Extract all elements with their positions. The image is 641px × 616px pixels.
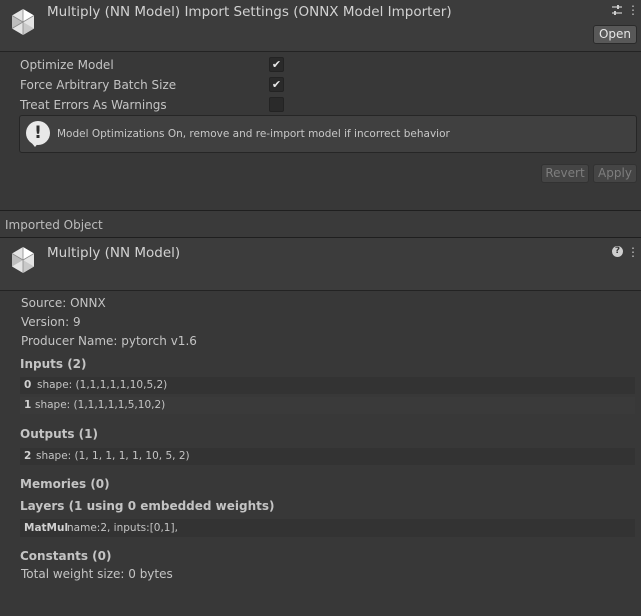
output-row: 2 shape: (1, 1, 1, 1, 1, 10, 5, 2) <box>20 448 635 465</box>
kebab-menu-icon[interactable]: ⋮ <box>627 246 639 258</box>
optimize-model-label: Optimize Model <box>20 58 114 72</box>
input-shape: shape: (1,1,1,1,1,10,5,2) <box>37 379 168 391</box>
version-text: Version: 9 <box>21 315 81 329</box>
help-icon[interactable]: ? <box>612 246 623 257</box>
layer-details: name:2, inputs:[0,1], <box>67 522 178 534</box>
layers-heading: Layers (1 using 0 embedded weights) <box>20 499 275 513</box>
outputs-heading: Outputs (1) <box>20 427 98 441</box>
nn-model-logo-icon <box>11 247 35 273</box>
memories-heading: Memories (0) <box>20 477 110 491</box>
input-shape: shape: (1,1,1,1,1,5,10,2) <box>35 399 166 411</box>
nn-model-logo-icon <box>11 9 35 35</box>
info-help-box: ! Model Optimizations On, remove and re-… <box>19 115 637 153</box>
input-index: 1 <box>24 399 32 411</box>
output-shape: shape: (1, 1, 1, 1, 1, 10, 5, 2) <box>36 450 190 462</box>
speech-bubble-tail <box>30 141 40 147</box>
producer-text: Producer Name: pytorch v1.6 <box>21 334 197 348</box>
input-row: 1 shape: (1,1,1,1,1,5,10,2) <box>20 397 635 414</box>
inputs-heading: Inputs (2) <box>20 357 87 371</box>
layer-row: MatMul name:2, inputs:[0,1], <box>20 519 635 537</box>
apply-button[interactable]: Apply <box>593 164 637 183</box>
layer-type: MatMul <box>24 522 69 534</box>
constants-heading: Constants (0) <box>20 549 112 563</box>
input-index: 0 <box>24 379 32 391</box>
page-title: Multiply (NN Model) Import Settings (ONN… <box>47 4 452 20</box>
force-batch-size-checkbox[interactable]: ✔ <box>269 77 284 92</box>
imported-object-label: Imported Object <box>5 218 103 232</box>
source-text: Source: ONNX <box>21 296 106 310</box>
open-button[interactable]: Open <box>593 25 637 44</box>
help-message: Model Optimizations On, remove and re-im… <box>57 128 450 140</box>
revert-button[interactable]: Revert <box>541 164 589 183</box>
optimize-model-checkbox[interactable]: ✔ <box>269 57 284 72</box>
kebab-menu-icon[interactable]: ⋮ <box>627 4 639 16</box>
force-batch-size-label: Force Arbitrary Batch Size <box>20 78 177 92</box>
treat-errors-checkbox[interactable] <box>269 97 284 112</box>
total-weight-size: Total weight size: 0 bytes <box>21 567 173 581</box>
output-index: 2 <box>24 450 32 462</box>
sliders-icon[interactable] <box>611 4 623 16</box>
treat-errors-label: Treat Errors As Warnings <box>20 98 167 112</box>
input-row: 0 shape: (1,1,1,1,1,10,5,2) <box>20 377 635 394</box>
imported-object-title: Multiply (NN Model) <box>47 245 181 261</box>
